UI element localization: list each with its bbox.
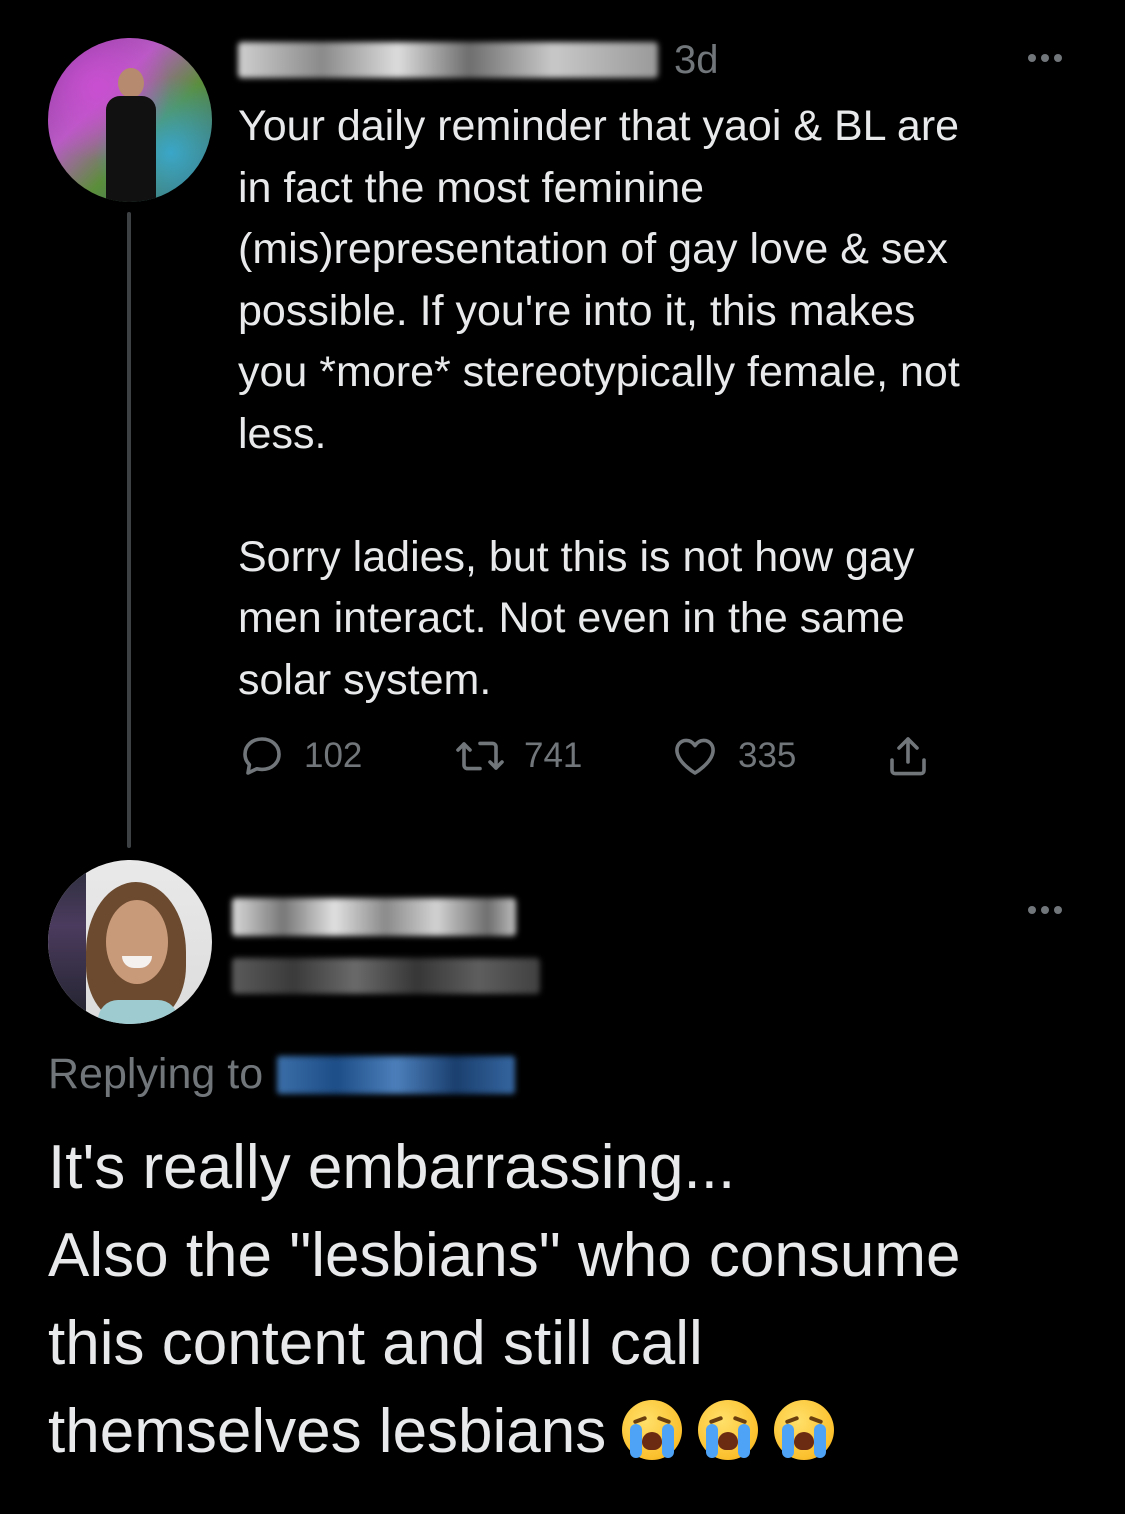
author-avatar[interactable] bbox=[48, 38, 212, 202]
retweet-button[interactable]: 741 bbox=[454, 732, 582, 780]
more-options-icon[interactable] bbox=[1028, 906, 1062, 914]
reply-icon bbox=[243, 737, 281, 775]
replying-to-label: Replying to bbox=[48, 1050, 264, 1098]
reply-button[interactable]: 102 bbox=[238, 732, 362, 780]
retweet-icon bbox=[456, 741, 504, 771]
avatar-background-shelf bbox=[48, 860, 86, 1024]
reply-line: this content and still call bbox=[48, 1309, 703, 1378]
reply-line: Also the "lesbians" who consume bbox=[48, 1221, 961, 1290]
heart-icon bbox=[675, 738, 715, 775]
replying-to-line: Replying to bbox=[48, 1050, 516, 1099]
thread-connector-line bbox=[127, 212, 131, 848]
avatar-figure-body bbox=[106, 96, 156, 202]
tweet-timestamp[interactable]: 3d bbox=[674, 38, 719, 83]
retweet-count: 741 bbox=[524, 736, 583, 775]
tweet-line: you *more* stereotypically female, not bbox=[238, 348, 960, 396]
reply-last-line: themselves lesbians bbox=[48, 1388, 1098, 1476]
loudly-crying-face-icon bbox=[774, 1400, 835, 1460]
tweet-line: men interact. Not even in the same bbox=[238, 594, 905, 642]
replier-avatar[interactable] bbox=[48, 860, 212, 1024]
tweet-line: Your daily reminder that yaoi & BL are bbox=[238, 102, 960, 150]
more-options-icon[interactable] bbox=[1028, 54, 1062, 62]
avatar-shirt bbox=[98, 1000, 178, 1024]
tweet-body: Your daily reminder that yaoi & BL are i… bbox=[238, 96, 1088, 711]
share-button[interactable] bbox=[884, 732, 932, 780]
tweet-line: solar system. bbox=[238, 655, 492, 704]
tweet-line: (mis)representation of gay love & sex bbox=[238, 225, 948, 273]
avatar-figure-head bbox=[118, 68, 144, 98]
replier-handle-redacted[interactable] bbox=[232, 958, 540, 994]
author-name-redacted[interactable] bbox=[238, 42, 658, 78]
reply-line: themselves lesbians bbox=[48, 1397, 607, 1466]
loudly-crying-face-icon bbox=[698, 1400, 759, 1460]
replying-to-handle-redacted[interactable] bbox=[277, 1055, 516, 1094]
share-icon bbox=[890, 737, 926, 776]
like-count: 335 bbox=[738, 736, 797, 775]
like-button[interactable]: 335 bbox=[670, 732, 796, 780]
tweet-line: in fact the most feminine bbox=[238, 163, 705, 212]
reply-line: It's really embarrassing... bbox=[48, 1133, 736, 1202]
replier-name-redacted[interactable] bbox=[232, 898, 516, 936]
tweet-line: Sorry ladies, but this is not how gay bbox=[238, 532, 915, 581]
tweet-line: less. bbox=[238, 409, 327, 458]
tweet-line: possible. If you're into it, this makes bbox=[238, 286, 916, 335]
avatar-face bbox=[106, 900, 168, 984]
reply-body: It's really embarrassing... Also the "le… bbox=[48, 1124, 1098, 1476]
reply-count: 102 bbox=[304, 736, 363, 775]
loudly-crying-face-icon bbox=[622, 1400, 683, 1460]
